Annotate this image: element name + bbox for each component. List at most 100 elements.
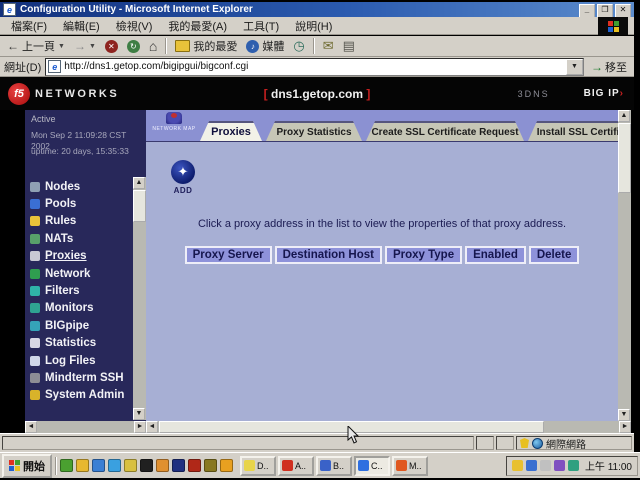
stop-button[interactable]: ✕ <box>102 39 121 54</box>
menu-help[interactable]: 說明(H) <box>288 17 339 35</box>
sidebar-item-mindterm-ssh[interactable]: Mindterm SSH <box>30 369 134 386</box>
quick-launch-icon[interactable] <box>76 459 89 472</box>
zone-label: 網際網路 <box>546 436 586 451</box>
tray-icon[interactable] <box>540 460 551 471</box>
sidebar-vscroll-down-icon[interactable]: ▼ <box>133 408 145 420</box>
taskbar-clock: 上午 11:00 <box>585 458 632 473</box>
print-button[interactable]: ▤ <box>340 39 358 53</box>
menu-bar: 檔案(F) 編輯(E) 檢視(V) 我的最愛(A) 工具(T) 說明(H) <box>0 17 634 35</box>
quick-launch-icon[interactable] <box>60 459 73 472</box>
home-button[interactable]: ⌂ <box>146 39 160 53</box>
task-button-3[interactable]: B.. <box>316 456 352 476</box>
close-button[interactable]: ✕ <box>615 4 631 18</box>
start-button[interactable]: 開始 <box>2 454 52 478</box>
forward-dropdown-icon[interactable]: ▼ <box>89 43 96 50</box>
quick-launch-icon[interactable] <box>220 459 233 472</box>
menu-file[interactable]: 檔案(F) <box>4 17 54 35</box>
quick-launch-icon[interactable] <box>108 459 121 472</box>
sidebar-vscroll-up-icon[interactable]: ▲ <box>133 177 145 189</box>
go-button[interactable]: → 移至 <box>588 59 630 75</box>
add-button-label: ADD <box>168 186 198 195</box>
sidebar-item-log-files[interactable]: Log Files <box>30 352 134 369</box>
sidebar-item-pools[interactable]: Pools <box>30 195 134 212</box>
main-content: NETWORK MAP Proxies Proxy Statistics Cre… <box>146 110 618 421</box>
task-button-5[interactable]: M.. <box>392 456 428 476</box>
maximize-button[interactable]: ❐ <box>597 4 613 18</box>
sidebar-item-nodes[interactable]: Nodes <box>30 178 134 195</box>
tab-proxies[interactable]: Proxies <box>200 121 262 141</box>
tab-create-ssl-certificate-request[interactable]: Create SSL Certificate Request <box>366 121 524 141</box>
sidebar-item-network[interactable]: Network <box>30 265 134 282</box>
sidebar-item-rules[interactable]: Rules <box>30 213 134 230</box>
sidebar-hscroll-right-icon[interactable]: ► <box>134 421 146 433</box>
quick-launch-icon[interactable] <box>92 459 105 472</box>
page-vscroll-thumb[interactable] <box>618 123 631 193</box>
history-button[interactable]: ◷ <box>290 39 307 53</box>
window-title: Configuration Utility - Microsoft Intern… <box>20 4 253 15</box>
sidebar-item-bigpipe[interactable]: BIGpipe <box>30 317 134 334</box>
quick-launch-icon[interactable] <box>204 459 217 472</box>
tray-icon[interactable] <box>568 460 579 471</box>
task-button-2[interactable]: A.. <box>278 456 314 476</box>
sidebar-item-filters[interactable]: Filters <box>30 282 134 299</box>
back-button[interactable]: ← 上一頁 ▼ <box>4 37 68 55</box>
menu-tools[interactable]: 工具(T) <box>236 17 286 35</box>
task-button-4-active[interactable]: C.. <box>354 456 390 476</box>
media-button[interactable]: ♪ 媒體 <box>243 37 287 55</box>
network-map-button[interactable]: NETWORK MAP <box>152 112 196 132</box>
quick-launch-icon[interactable] <box>140 459 153 472</box>
proxy-instruction-text: Click a proxy address in the list to vie… <box>146 218 618 230</box>
page-vscroll-down-icon[interactable]: ▼ <box>618 409 630 421</box>
system-uptime: uptime: 20 days, 15:35:33 <box>31 146 129 156</box>
quick-launch-icon[interactable] <box>172 459 185 472</box>
quick-launch-icon[interactable] <box>156 459 169 472</box>
task-button-1[interactable]: D.. <box>240 456 276 476</box>
page-vscroll-up-icon[interactable]: ▲ <box>618 110 630 122</box>
back-dropdown-icon[interactable]: ▼ <box>58 43 65 50</box>
menu-favorites[interactable]: 我的最愛(A) <box>161 17 234 35</box>
sidebar-item-proxies[interactable]: Proxies <box>30 248 134 265</box>
add-proxy-button[interactable]: ✦ ADD <box>168 160 198 195</box>
bigip-arrow-icon: › <box>620 88 624 99</box>
menu-edit[interactable]: 編輯(E) <box>56 17 107 35</box>
tab-install-ssl-certificate[interactable]: Install SSL Certifi <box>528 121 628 141</box>
sidebar-item-monitors[interactable]: Monitors <box>30 300 134 317</box>
sidebar-item-system-admin[interactable]: System Admin <box>30 387 134 404</box>
task-icon <box>282 460 293 471</box>
tray-icon[interactable] <box>554 460 565 471</box>
internet-zone-icon <box>532 438 543 449</box>
refresh-button[interactable]: ↻ <box>124 39 143 54</box>
tray-icon[interactable] <box>512 460 523 471</box>
menu-view[interactable]: 檢視(V) <box>109 17 160 35</box>
sidebar: Active Mon Sep 2 11:09:28 CST 2002 uptim… <box>25 110 146 433</box>
sidebar-vscroll-thumb[interactable] <box>133 190 146 222</box>
address-dropdown-icon[interactable]: ▼ <box>566 59 583 75</box>
back-label: 上一頁 <box>22 38 55 54</box>
proxy-table-header-row: Proxy Server Destination Host Proxy Type… <box>146 246 618 264</box>
page-hscroll-right-icon[interactable]: ► <box>619 421 631 433</box>
link-3dns[interactable]: 3DNS <box>518 89 550 99</box>
quick-launch-icon[interactable] <box>188 459 201 472</box>
forward-button[interactable]: → ▼ <box>71 39 99 53</box>
favorites-label: 我的最愛 <box>193 38 237 54</box>
mail-button[interactable]: ✉ <box>320 39 337 53</box>
nodes-icon <box>30 182 40 192</box>
sidebar-hscroll-left-icon[interactable]: ◄ <box>25 421 37 433</box>
tab-proxy-statistics[interactable]: Proxy Statistics <box>266 121 362 141</box>
window-titlebar: e Configuration Utility - Microsoft Inte… <box>0 2 634 17</box>
sidebar-item-statistics[interactable]: Statistics <box>30 335 134 352</box>
status-pane <box>476 436 494 450</box>
sidebar-item-nats[interactable]: NATs <box>30 230 134 247</box>
link-bigip[interactable]: BIG IP› <box>584 88 624 99</box>
col-delete: Delete <box>529 246 580 264</box>
minimize-button[interactable]: _ <box>579 4 595 18</box>
page-hscroll-left-icon[interactable]: ◄ <box>146 421 158 433</box>
bigpipe-icon <box>30 321 40 331</box>
quick-launch-icon[interactable] <box>124 459 137 472</box>
address-input[interactable] <box>62 61 566 72</box>
favorites-button[interactable]: 我的最愛 <box>172 37 240 55</box>
pools-icon <box>30 199 40 209</box>
f5-brand-header: f5 NETWORKS [ dns1.getop.com ] 3DNS BIG … <box>0 77 634 110</box>
tray-icon[interactable] <box>526 460 537 471</box>
sidebar-hscroll[interactable] <box>25 421 146 433</box>
